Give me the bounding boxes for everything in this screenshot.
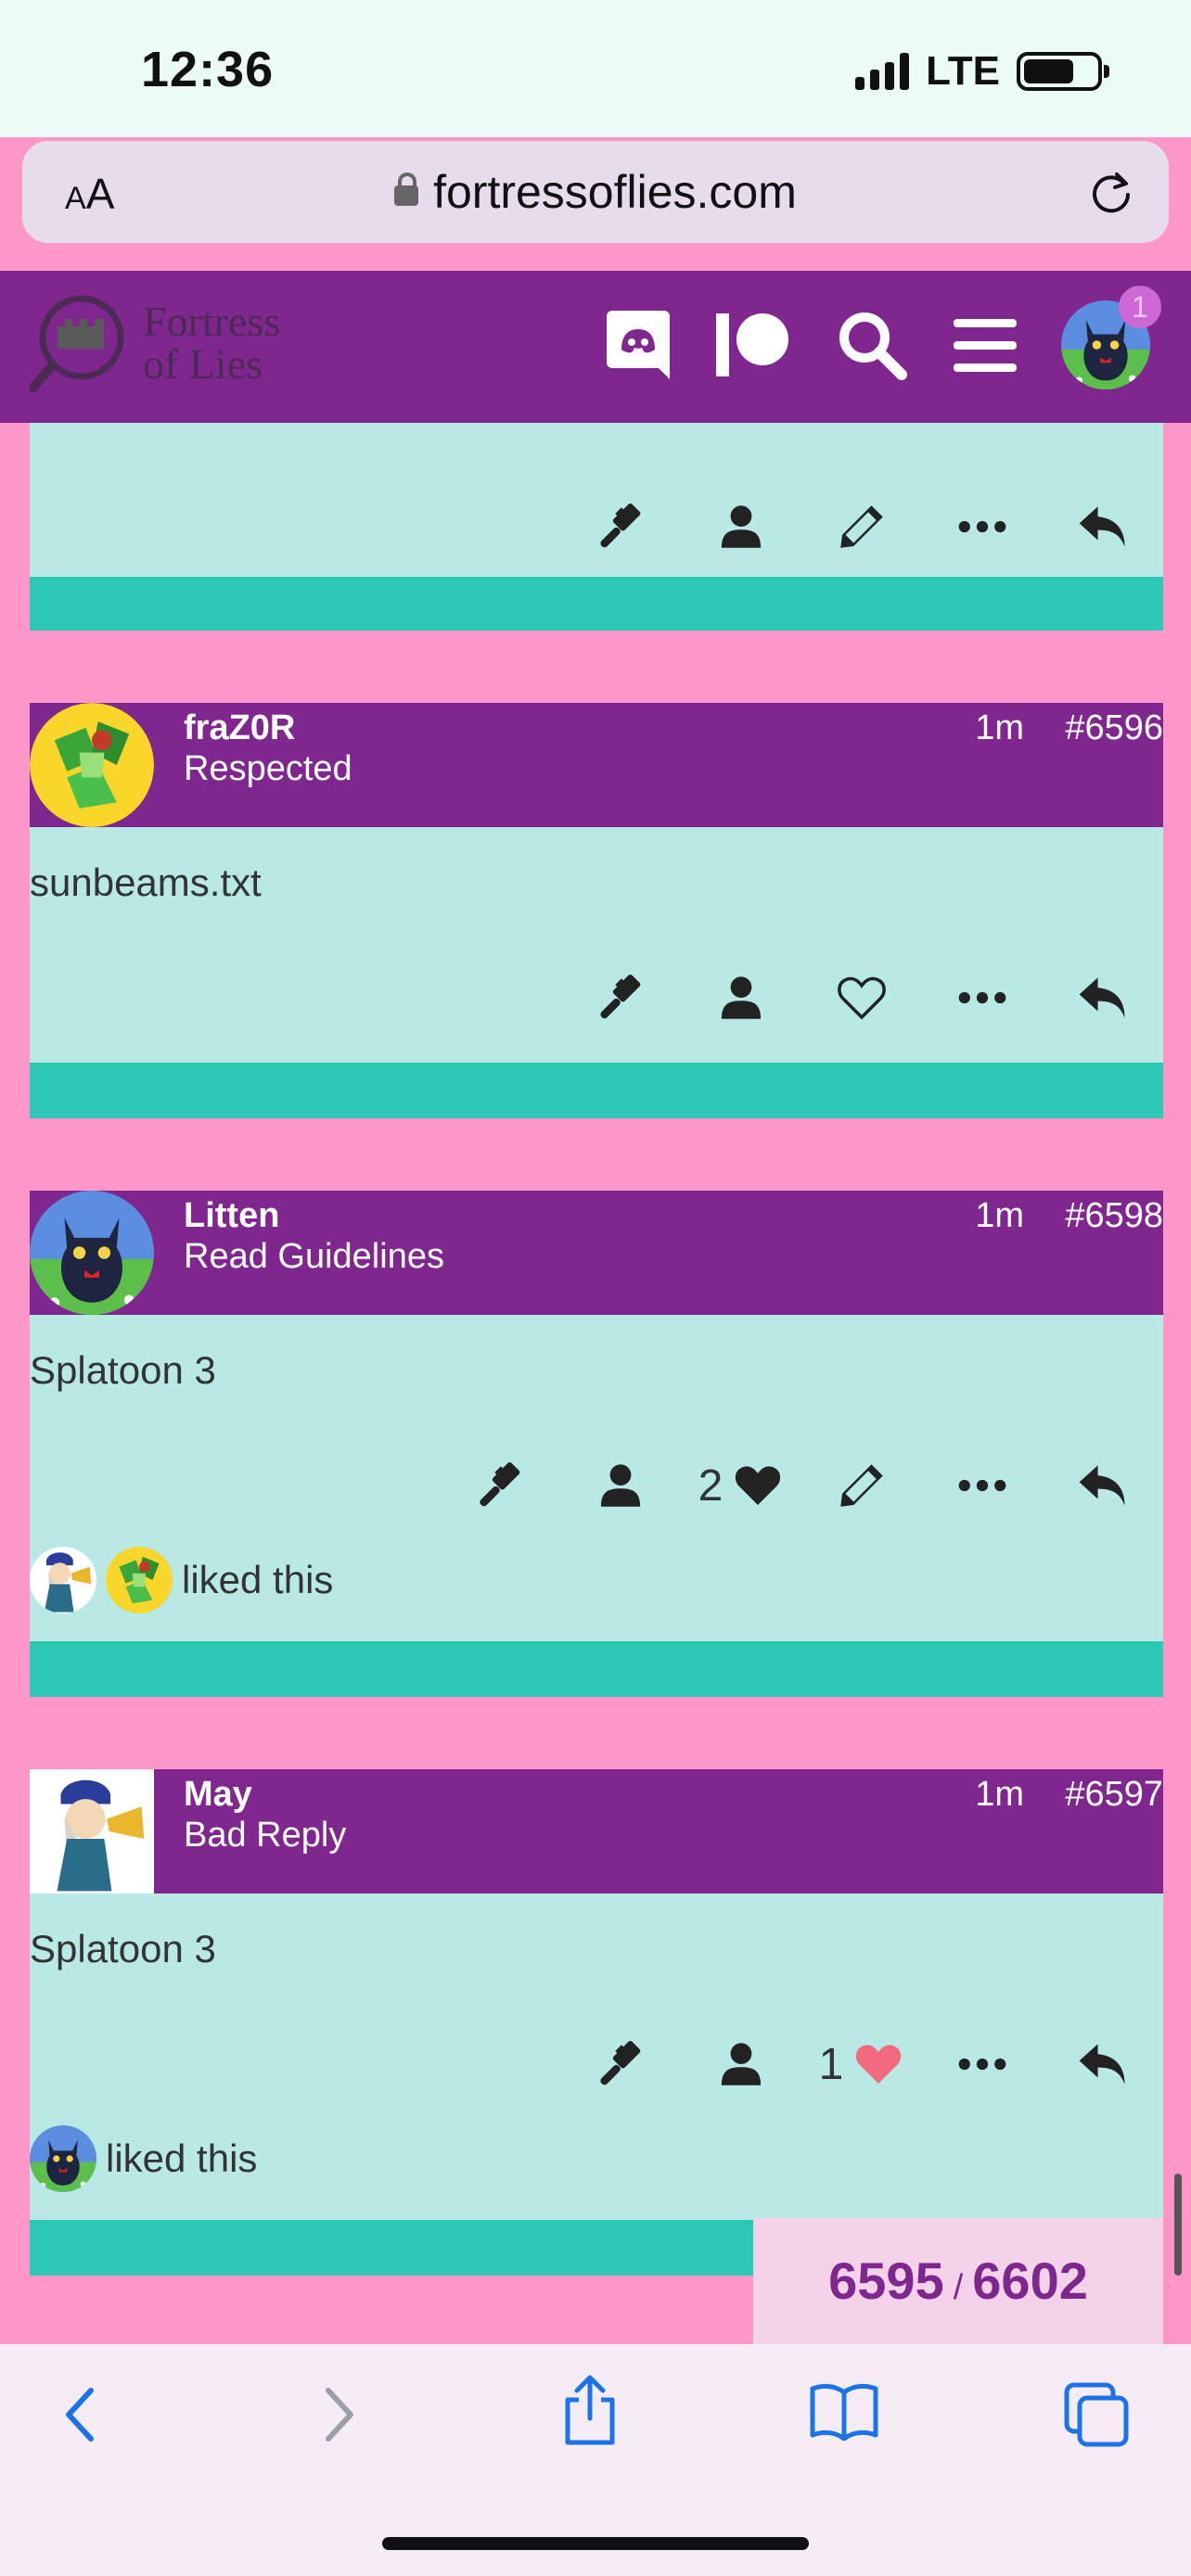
heart-icon <box>856 2045 902 2084</box>
post: May Bad Reply 1m #6597 Splatoon 3 1 like… <box>30 1769 1163 2276</box>
address-bar[interactable]: AA fortressoflies.com <box>22 141 1169 243</box>
like-button[interactable]: 1 <box>801 2034 922 2094</box>
post-number[interactable]: #6597 <box>1065 1775 1163 1815</box>
post-number[interactable]: #6596 <box>1065 708 1163 748</box>
more-icon[interactable] <box>922 1456 1043 1515</box>
post-user-rank: Respected <box>184 749 352 788</box>
reload-icon[interactable] <box>1087 167 1135 220</box>
like-count: 1 <box>818 2039 844 2089</box>
like-icon[interactable] <box>801 968 922 1027</box>
menu-icon[interactable] <box>952 315 1018 375</box>
reply-icon[interactable] <box>1043 968 1163 1027</box>
liked-label: liked this <box>182 1558 334 1601</box>
avatar[interactable] <box>30 2125 96 2192</box>
user-avatar-button[interactable]: 1 <box>1061 286 1161 389</box>
header-icons: 1 <box>605 286 1161 389</box>
post-text: Splatoon 3 <box>30 1348 216 1392</box>
battery-icon <box>1017 52 1109 91</box>
post: fraZ0R Respected 1m #6596 sunbeams.txt <box>30 703 1163 1118</box>
post-body <box>30 423 1163 577</box>
gavel-icon[interactable] <box>560 2034 681 2094</box>
post-body: Splatoon 3 1 liked this <box>30 1894 1163 2220</box>
avatar[interactable] <box>106 1547 173 1613</box>
gavel-icon[interactable] <box>440 1456 560 1515</box>
status-bar: 12:36 LTE <box>0 0 1191 137</box>
likers-list: liked this <box>30 2125 257 2192</box>
post-username[interactable]: fraZ0R <box>184 708 295 748</box>
scrollbar[interactable] <box>1174 2174 1182 2276</box>
post-actions <box>560 497 1163 556</box>
post-header: May Bad Reply 1m #6597 <box>30 1769 1163 1894</box>
forward-icon[interactable] <box>321 2385 358 2449</box>
progress-current: 6595 <box>828 2251 944 2310</box>
post-progress-counter[interactable]: 6595/6602 <box>753 2218 1163 2344</box>
share-icon[interactable] <box>562 2372 618 2451</box>
post-time[interactable]: 1m <box>975 708 1024 748</box>
post-header: Litten Read Guidelines 1m #6598 <box>30 1191 1163 1315</box>
signal-icon <box>855 53 910 90</box>
avatar[interactable] <box>30 1191 154 1315</box>
reply-icon[interactable] <box>1043 1456 1163 1515</box>
url-display[interactable]: fortressoflies.com <box>22 165 1169 219</box>
search-icon[interactable] <box>835 308 909 382</box>
post-number[interactable]: #6598 <box>1065 1196 1163 1236</box>
status-right: LTE <box>855 48 1109 95</box>
edit-icon[interactable] <box>801 1456 922 1515</box>
avatar[interactable] <box>30 1547 96 1613</box>
post-user-rank: Bad Reply <box>184 1816 347 1855</box>
user-icon[interactable] <box>681 497 801 556</box>
edit-icon[interactable] <box>801 497 922 556</box>
more-icon[interactable] <box>922 968 1043 1027</box>
logo-text: Fortress of Lies <box>143 298 281 388</box>
site-header: Fortress of Lies 1 <box>0 271 1191 423</box>
user-icon[interactable] <box>560 1456 681 1515</box>
likers-list: liked this <box>30 1547 333 1613</box>
notification-badge: 1 <box>1119 286 1161 328</box>
post-user-rank: Read Guidelines <box>184 1237 444 1276</box>
post-body: sunbeams.txt <box>30 827 1163 1063</box>
user-icon[interactable] <box>681 968 801 1027</box>
post-header: fraZ0R Respected 1m #6596 <box>30 703 1163 827</box>
tabs-icon[interactable] <box>1063 2381 1130 2453</box>
back-icon[interactable] <box>61 2385 98 2449</box>
post-time[interactable]: 1m <box>975 1196 1024 1236</box>
home-indicator <box>382 2537 809 2550</box>
gavel-icon[interactable] <box>560 497 681 556</box>
like-button[interactable]: 2 <box>681 1456 801 1515</box>
gavel-icon[interactable] <box>560 968 681 1027</box>
discord-icon[interactable] <box>605 309 672 381</box>
lock-icon <box>394 172 419 206</box>
post-footer <box>30 1641 1163 1697</box>
avatar[interactable] <box>30 1769 154 1894</box>
post-actions: 1 <box>560 2034 1163 2094</box>
more-icon[interactable] <box>922 497 1043 556</box>
status-time: 12:36 <box>141 42 275 97</box>
post-footer <box>30 577 1163 631</box>
site-logo[interactable]: Fortress of Lies <box>30 291 317 402</box>
post-time[interactable]: 1m <box>975 1775 1024 1815</box>
avatar[interactable] <box>30 703 154 827</box>
patreon-icon[interactable] <box>714 312 792 378</box>
more-icon[interactable] <box>922 2034 1043 2094</box>
like-count: 2 <box>698 1460 724 1511</box>
reply-icon[interactable] <box>1043 2034 1163 2094</box>
post-actions <box>560 968 1163 1027</box>
url-text: fortressoflies.com <box>433 166 797 218</box>
network-label: LTE <box>926 48 1000 94</box>
user-icon[interactable] <box>681 2034 801 2094</box>
fortress-logo-icon <box>30 295 124 392</box>
progress-total: 6602 <box>972 2251 1088 2310</box>
post-footer <box>30 1063 1163 1118</box>
post-username[interactable]: Litten <box>184 1196 279 1236</box>
post-text: sunbeams.txt <box>30 861 262 904</box>
post-text: Splatoon 3 <box>30 1927 216 1970</box>
bookmarks-icon[interactable] <box>809 2381 879 2445</box>
post: Litten Read Guidelines 1m #6598 Splatoon… <box>30 1191 1163 1697</box>
post-actions: 2 <box>440 1456 1163 1515</box>
reply-icon[interactable] <box>1043 497 1163 556</box>
liked-label: liked this <box>106 2136 258 2180</box>
post-body: Splatoon 3 2 liked this <box>30 1315 1163 1641</box>
heart-icon <box>736 1466 781 1505</box>
post-username[interactable]: May <box>184 1775 252 1815</box>
